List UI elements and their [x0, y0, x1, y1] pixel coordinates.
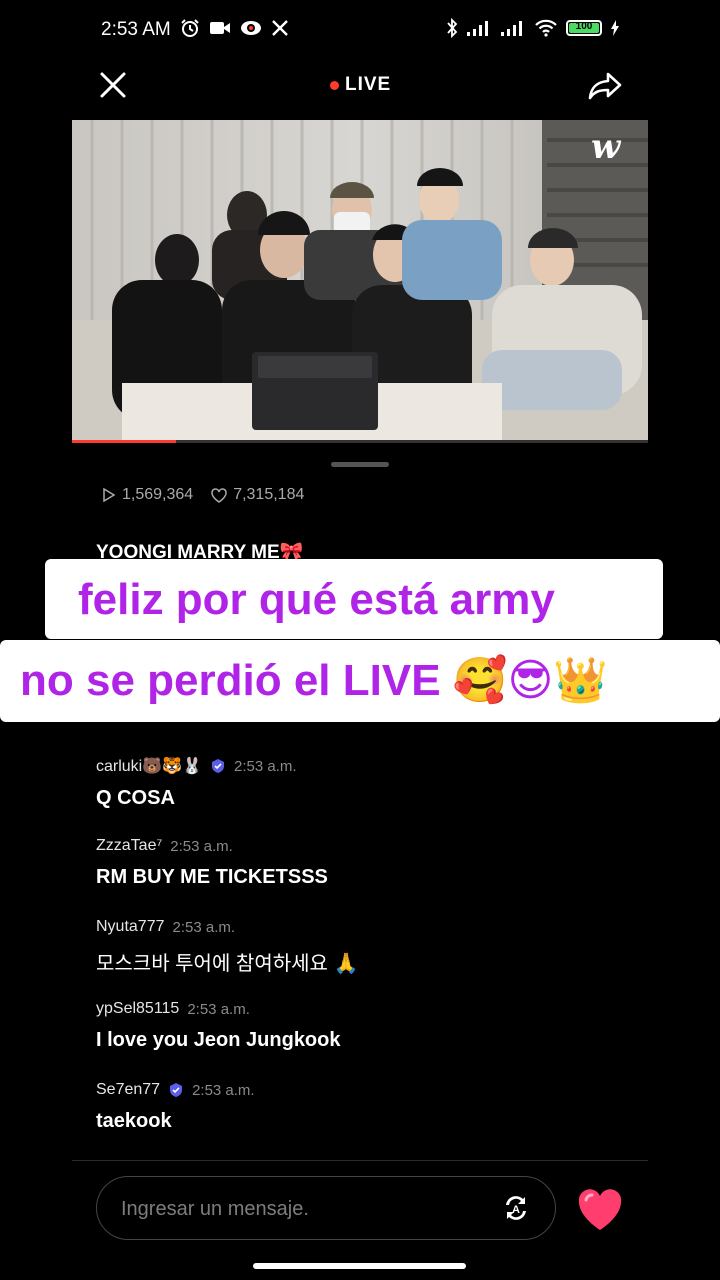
verified-badge-icon: [212, 759, 224, 773]
caption-box-line1: feliz por qué está army: [45, 559, 663, 639]
live-label: LIVE: [345, 74, 392, 95]
comment-time: 2:53 a.m.: [192, 1081, 255, 1099]
video-progress-bar[interactable]: [72, 440, 648, 443]
message-composer: A: [96, 1176, 556, 1241]
share-icon[interactable]: [588, 68, 624, 104]
live-indicator: LIVE: [330, 74, 391, 96]
comment-item: ypSel85115 2:53 a.m. I love you Jeon Jun…: [96, 1000, 341, 1052]
comment-username[interactable]: Nyuta777: [96, 918, 165, 936]
comment-text: Q COSA: [96, 787, 175, 809]
play-icon: [103, 488, 116, 502]
comment-text: I love you Jeon Jungkook: [96, 1029, 341, 1051]
live-video-player[interactable]: w: [72, 120, 648, 443]
signal-icon: [501, 21, 522, 36]
comment-meta: ypSel85115 2:53 a.m.: [96, 1000, 341, 1018]
comment-meta: Se7en77 2:53 a.m.: [96, 1081, 255, 1099]
caption-line1: feliz por qué está army: [78, 575, 555, 624]
like-count: 7,315,184: [211, 486, 304, 504]
caption-box-line2: no se perdió el LIVE 🥰😎👑: [0, 640, 720, 722]
video-scene: w: [72, 120, 648, 443]
divider: [72, 1160, 648, 1161]
comment-time: 2:53 a.m.: [172, 918, 236, 936]
status-bar: 2:53 AM 100: [0, 0, 720, 62]
svg-text:A: A: [512, 1204, 520, 1216]
battery-icon: 100: [566, 20, 602, 36]
signal-icon: [467, 21, 488, 36]
stats-row: 1,569,364 7,315,184: [102, 486, 314, 504]
comment-item: Se7en77 2:53 a.m. taekook: [96, 1081, 255, 1133]
heart-outline-icon: [211, 487, 227, 503]
caption-line2: no se perdió el LIVE 🥰😎👑: [20, 656, 609, 705]
comment-time: 2:53 a.m.: [170, 837, 233, 855]
comment-username[interactable]: carluki🐻🐯🐰: [96, 756, 202, 776]
video-progress-fill: [72, 440, 176, 443]
wifi-icon: [535, 19, 557, 37]
view-count: 1,569,364: [102, 486, 193, 504]
comment-text: 모스크바 투어에 참여하세요 🙏: [96, 953, 359, 975]
like-count-value: 7,315,184: [233, 486, 305, 503]
comment-item: ZzzaTae⁷ 2:53 a.m. RM BUY ME TICKETSSS: [96, 837, 328, 889]
charging-icon: [611, 20, 619, 36]
weverse-watermark: w: [591, 127, 622, 167]
status-icons-left: [180, 18, 289, 38]
live-dot: [330, 80, 339, 90]
comment-username[interactable]: ypSel85115: [96, 1000, 179, 1018]
status-icons-right: 100: [446, 18, 620, 38]
comment-time: 2:53 a.m.: [234, 757, 297, 775]
translate-icon[interactable]: A: [501, 1193, 531, 1223]
home-indicator: [253, 1263, 466, 1269]
comment-time: 2:53 a.m.: [187, 1000, 250, 1018]
comment-item: carluki🐻🐯🐰 2:53 a.m. Q COSA: [96, 756, 297, 810]
video-camera-icon: [210, 22, 230, 34]
record-icon: [241, 21, 261, 35]
comment-meta: carluki🐻🐯🐰 2:53 a.m.: [96, 756, 297, 776]
bluetooth-icon: [447, 18, 458, 38]
alarm-icon: [181, 19, 199, 37]
message-input[interactable]: [119, 1177, 483, 1241]
status-time: 2:53 AM: [101, 19, 171, 40]
comment-username[interactable]: ZzzaTae⁷: [96, 837, 162, 855]
battery-level: 100: [575, 21, 593, 32]
comment-item: Nyuta777 2:53 a.m. 모스크바 투어에 참여하세요 🙏: [96, 918, 358, 976]
verified-badge-icon: [170, 1083, 183, 1097]
comment-meta: Nyuta777 2:53 a.m.: [96, 918, 358, 936]
comment-text: RM BUY ME TICKETSSS: [96, 866, 328, 888]
comment-text: taekook: [96, 1110, 172, 1132]
comment-username[interactable]: Se7en77: [96, 1081, 160, 1099]
view-count-value: 1,569,364: [122, 486, 194, 503]
heart-like-button-icon[interactable]: [576, 1188, 624, 1232]
top-bar: LIVE: [0, 62, 720, 112]
x-logo-icon: [272, 20, 288, 36]
comment-meta: ZzzaTae⁷ 2:53 a.m.: [96, 837, 328, 855]
sheet-drag-handle[interactable]: [331, 462, 389, 467]
close-icon[interactable]: [96, 68, 130, 102]
